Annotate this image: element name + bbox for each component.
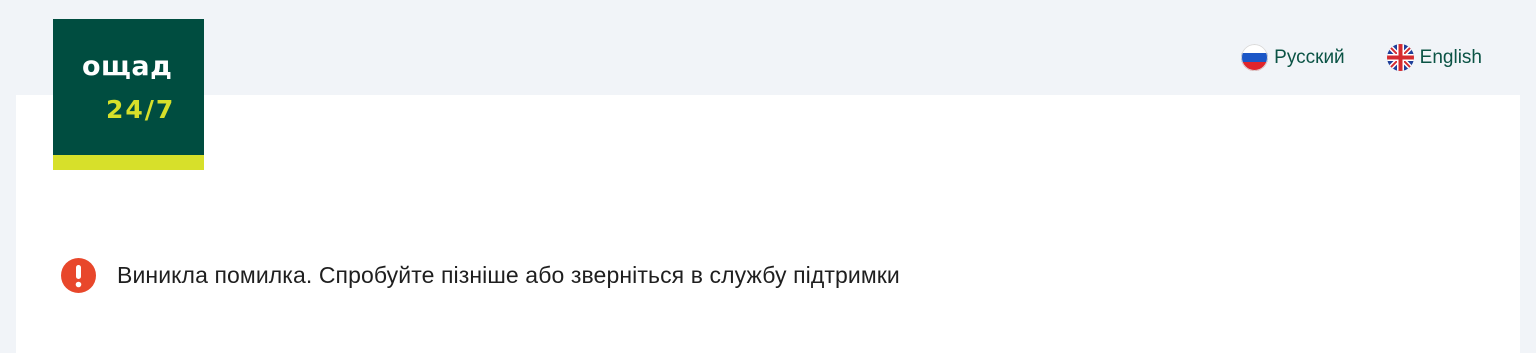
language-label-russian: Русский	[1274, 46, 1345, 68]
uk-flag-icon	[1386, 44, 1414, 71]
page: ощад 24/7 Русский English Виникла помилк…	[0, 0, 1536, 353]
error-text: Виникла помилка. Спробуйте пізніше або з…	[117, 262, 900, 288]
russia-flag-icon	[1241, 44, 1269, 71]
language-option-russian[interactable]: Русский	[1241, 44, 1345, 71]
error-message: Виникла помилка. Спробуйте пізніше або з…	[61, 258, 900, 293]
language-label-english: English	[1419, 46, 1482, 68]
language-switcher: Русский English	[1241, 44, 1482, 71]
logo-word: ощад	[82, 51, 173, 82]
exclamation-icon	[61, 258, 96, 293]
logo-stripe	[53, 155, 204, 170]
language-option-english[interactable]: English	[1386, 44, 1482, 71]
oschad-logo[interactable]: ощад 24/7	[53, 19, 204, 170]
content-card	[16, 95, 1520, 353]
logo-number: 24/7	[106, 95, 176, 124]
